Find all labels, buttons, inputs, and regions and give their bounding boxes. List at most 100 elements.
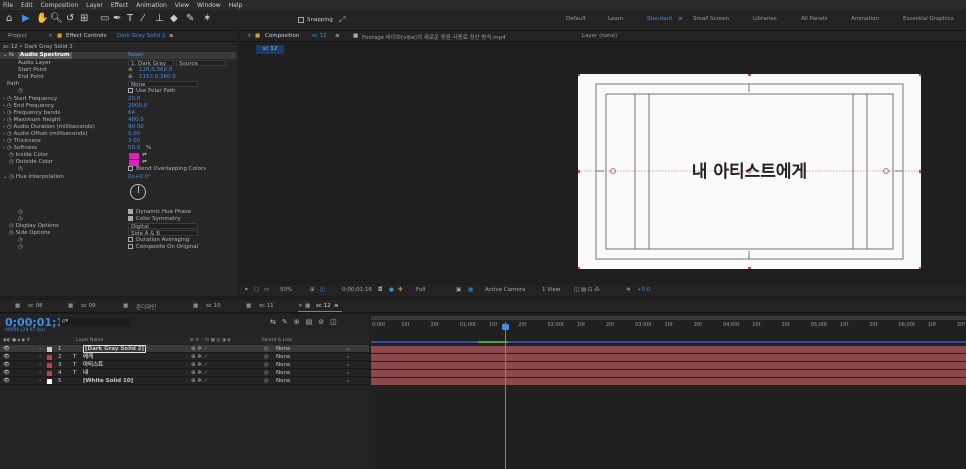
parent-dropdown[interactable]: None [276, 377, 290, 385]
layer-row[interactable]: 👁︎ › 1 [Dark Gray Solid 2] ⊕ ✲ ⟋ ◎ None ⌄ [0, 345, 369, 353]
resolution-dropdown[interactable]: Full [416, 287, 425, 293]
color-symmetry-checkbox[interactable]: Color Symmetry [128, 216, 181, 223]
layer-name[interactable]: 내 [83, 369, 88, 377]
audio-layer-dropdown[interactable]: 1. Dark Gray [128, 60, 174, 67]
frequency-bands-value[interactable]: 64 [128, 110, 135, 117]
timeline-tab-2[interactable]: sc 09 [81, 303, 96, 309]
timeline-switches-icons[interactable]: ⇆✎⊕▤⊘◫ [270, 318, 343, 326]
hue-interpolation-label[interactable]: ⌄ ◷ Hue Interpolation [3, 174, 64, 181]
end-frequency-value[interactable]: 2000.0 [128, 103, 147, 110]
timeline-tab-active[interactable]: sc 12 [316, 303, 331, 309]
display-options-dropdown[interactable]: Digital [128, 223, 198, 230]
timeline-tab-1[interactable]: sc 08 [28, 303, 43, 309]
end-frequency-label[interactable]: › ◷ End Frequency [3, 103, 54, 110]
expand-arrow-icon[interactable]: ⌄ [3, 52, 8, 59]
layer-row[interactable]: 👁︎ › 5 [White Solid 10] ⊕ ✲ ⟋ ◎ None ⌄ [0, 377, 369, 385]
composition-tab[interactable]: Composition [265, 33, 299, 39]
stopwatch-icon[interactable]: ◷ [18, 209, 23, 216]
workspace-menu-icon[interactable]: ≡ [678, 16, 683, 22]
eyedropper-icon[interactable]: ⇌ [142, 152, 147, 159]
workspace-essential-graphics[interactable]: Essential Graphics [903, 16, 954, 22]
composition-name[interactable]: sc 12 [312, 33, 327, 39]
close-icon[interactable]: × [48, 33, 53, 39]
show-channel-icon[interactable]: ● [389, 287, 394, 293]
footage-tab[interactable]: Footage 바이브(vibe)의 새로운 동원 사용료 정산 방식.mp4 [362, 33, 506, 41]
pickwhip-icon[interactable]: ◎ [264, 369, 269, 377]
audio-duration-label[interactable]: › ◷ Audio Duration (milliseconds) [3, 124, 95, 131]
snap-icon[interactable]: ⤢ [339, 15, 345, 25]
audio-source-dropdown[interactable]: Source [176, 60, 226, 67]
footer-timecode[interactable]: 0;00;01;16 [342, 287, 372, 293]
exposure-value[interactable]: +0.0 [637, 287, 650, 293]
menu-view[interactable]: View [175, 2, 189, 9]
eye-icon[interactable]: 👁︎ [3, 353, 10, 361]
start-frequency-value[interactable]: 20.0 [128, 96, 140, 103]
chevron-down-icon[interactable]: ⌄ [346, 377, 351, 385]
playhead-handle[interactable] [502, 324, 509, 330]
expand-arrow-icon[interactable]: › [39, 345, 41, 353]
workspace-animation[interactable]: Animation [851, 16, 879, 22]
preview-icon[interactable]: ⚭ [244, 287, 249, 293]
expand-arrow-icon[interactable]: › [39, 361, 41, 369]
snapshot-icon[interactable]: ▢ [254, 287, 259, 293]
parent-dropdown[interactable]: None [276, 369, 290, 377]
maximum-height-value[interactable]: 480.0 [128, 117, 144, 124]
stopwatch-icon[interactable]: ◷ [18, 216, 23, 223]
type-tool-icon[interactable]: T [127, 14, 133, 24]
parent-dropdown[interactable]: None [276, 345, 290, 353]
stopwatch-icon[interactable]: ◷ [18, 237, 23, 244]
pen-tool-icon[interactable]: ✒ [113, 14, 121, 24]
comp-subtab[interactable]: sc 12 [256, 45, 284, 54]
timeline-search-input[interactable]: ρ▾ [60, 318, 130, 326]
panel-menu-icon[interactable]: ≡ [169, 33, 174, 39]
expand-arrow-icon[interactable]: › [39, 377, 41, 385]
fx-icon[interactable]: fx [9, 52, 14, 59]
layer-duration-bar[interactable] [371, 370, 966, 377]
project-tab[interactable]: Project [8, 33, 27, 39]
label-color-swatch[interactable] [47, 347, 52, 352]
menu-animation[interactable]: Animation [136, 2, 167, 9]
audio-offset-value[interactable]: 0.00 [128, 131, 140, 138]
eraser-tool-icon[interactable]: ◆ [170, 14, 178, 24]
grid-icon[interactable]: ⊞ [310, 287, 315, 293]
transparency-grid-icon[interactable]: ▦ [468, 287, 473, 293]
layer-duration-bar[interactable] [371, 354, 966, 361]
hue-dial[interactable] [130, 184, 146, 200]
puppet-tool-icon[interactable]: ✶ [203, 14, 211, 24]
color-wheel-icon[interactable]: ✤ [398, 287, 403, 293]
playhead-line[interactable] [505, 322, 506, 469]
menu-layer[interactable]: Layer [86, 2, 103, 9]
expand-arrow-icon[interactable]: › [39, 353, 41, 361]
mask-icon[interactable]: ◫ [320, 287, 325, 293]
stamp-tool-icon[interactable]: ⊥ [155, 14, 164, 24]
eye-icon[interactable]: 👁︎ [3, 377, 10, 385]
thickness-label[interactable]: › ◷ Thickness [3, 138, 41, 145]
selection-tool-icon[interactable]: ▶ [22, 14, 30, 24]
menu-edit[interactable]: Edit [21, 2, 33, 9]
pickwhip-icon[interactable]: ◎ [264, 345, 269, 353]
home-icon[interactable]: ⌂ [6, 14, 12, 24]
toggle-icons[interactable]: ◫ ▤ ⊡ ⁂ [574, 287, 600, 293]
effect-row[interactable]: ⌄ fx Audio Spectrum Reset [0, 52, 236, 59]
timeline-tab-5[interactable]: sc 11 [259, 303, 274, 309]
frequency-bands-label[interactable]: › ◷ Frequency bands [3, 110, 60, 117]
views-dropdown[interactable]: 1 View [542, 287, 560, 293]
panel-menu-icon[interactable]: ≡ [334, 303, 339, 309]
layer-name[interactable]: 아티스트 [83, 361, 103, 369]
end-point-value[interactable]: 1152.0,360.0 [139, 74, 176, 81]
label-color-swatch[interactable] [47, 355, 52, 360]
timeline-tab-4[interactable]: sc 10 [206, 303, 221, 309]
duration-averaging-checkbox[interactable]: Duration Averaging [128, 237, 189, 244]
snapping-checkbox[interactable] [298, 17, 304, 23]
layer-row[interactable]: 👁︎ › 2 T 에게 ⊕ ✲ ⟋ ◎ None ⌄ [0, 353, 369, 361]
zoom-tool-icon[interactable]: 🔍︎ [50, 14, 63, 24]
dynamic-hue-checkbox[interactable]: Dynamic Hue Phase [128, 209, 191, 216]
vr-icon[interactable]: ▭ [264, 287, 269, 293]
effect-controls-layer[interactable]: Dark Gray Solid 2 [117, 33, 165, 39]
start-point-value[interactable]: 128.0,360.0 [139, 67, 172, 74]
hand-tool-icon[interactable]: ✋ [36, 14, 48, 24]
composite-original-checkbox[interactable]: Composite On Original [128, 244, 198, 251]
workspace-learn[interactable]: Learn [608, 16, 623, 22]
camera-snapshot-icon[interactable]: ◘ [378, 287, 382, 293]
close-icon[interactable]: × [247, 33, 252, 39]
